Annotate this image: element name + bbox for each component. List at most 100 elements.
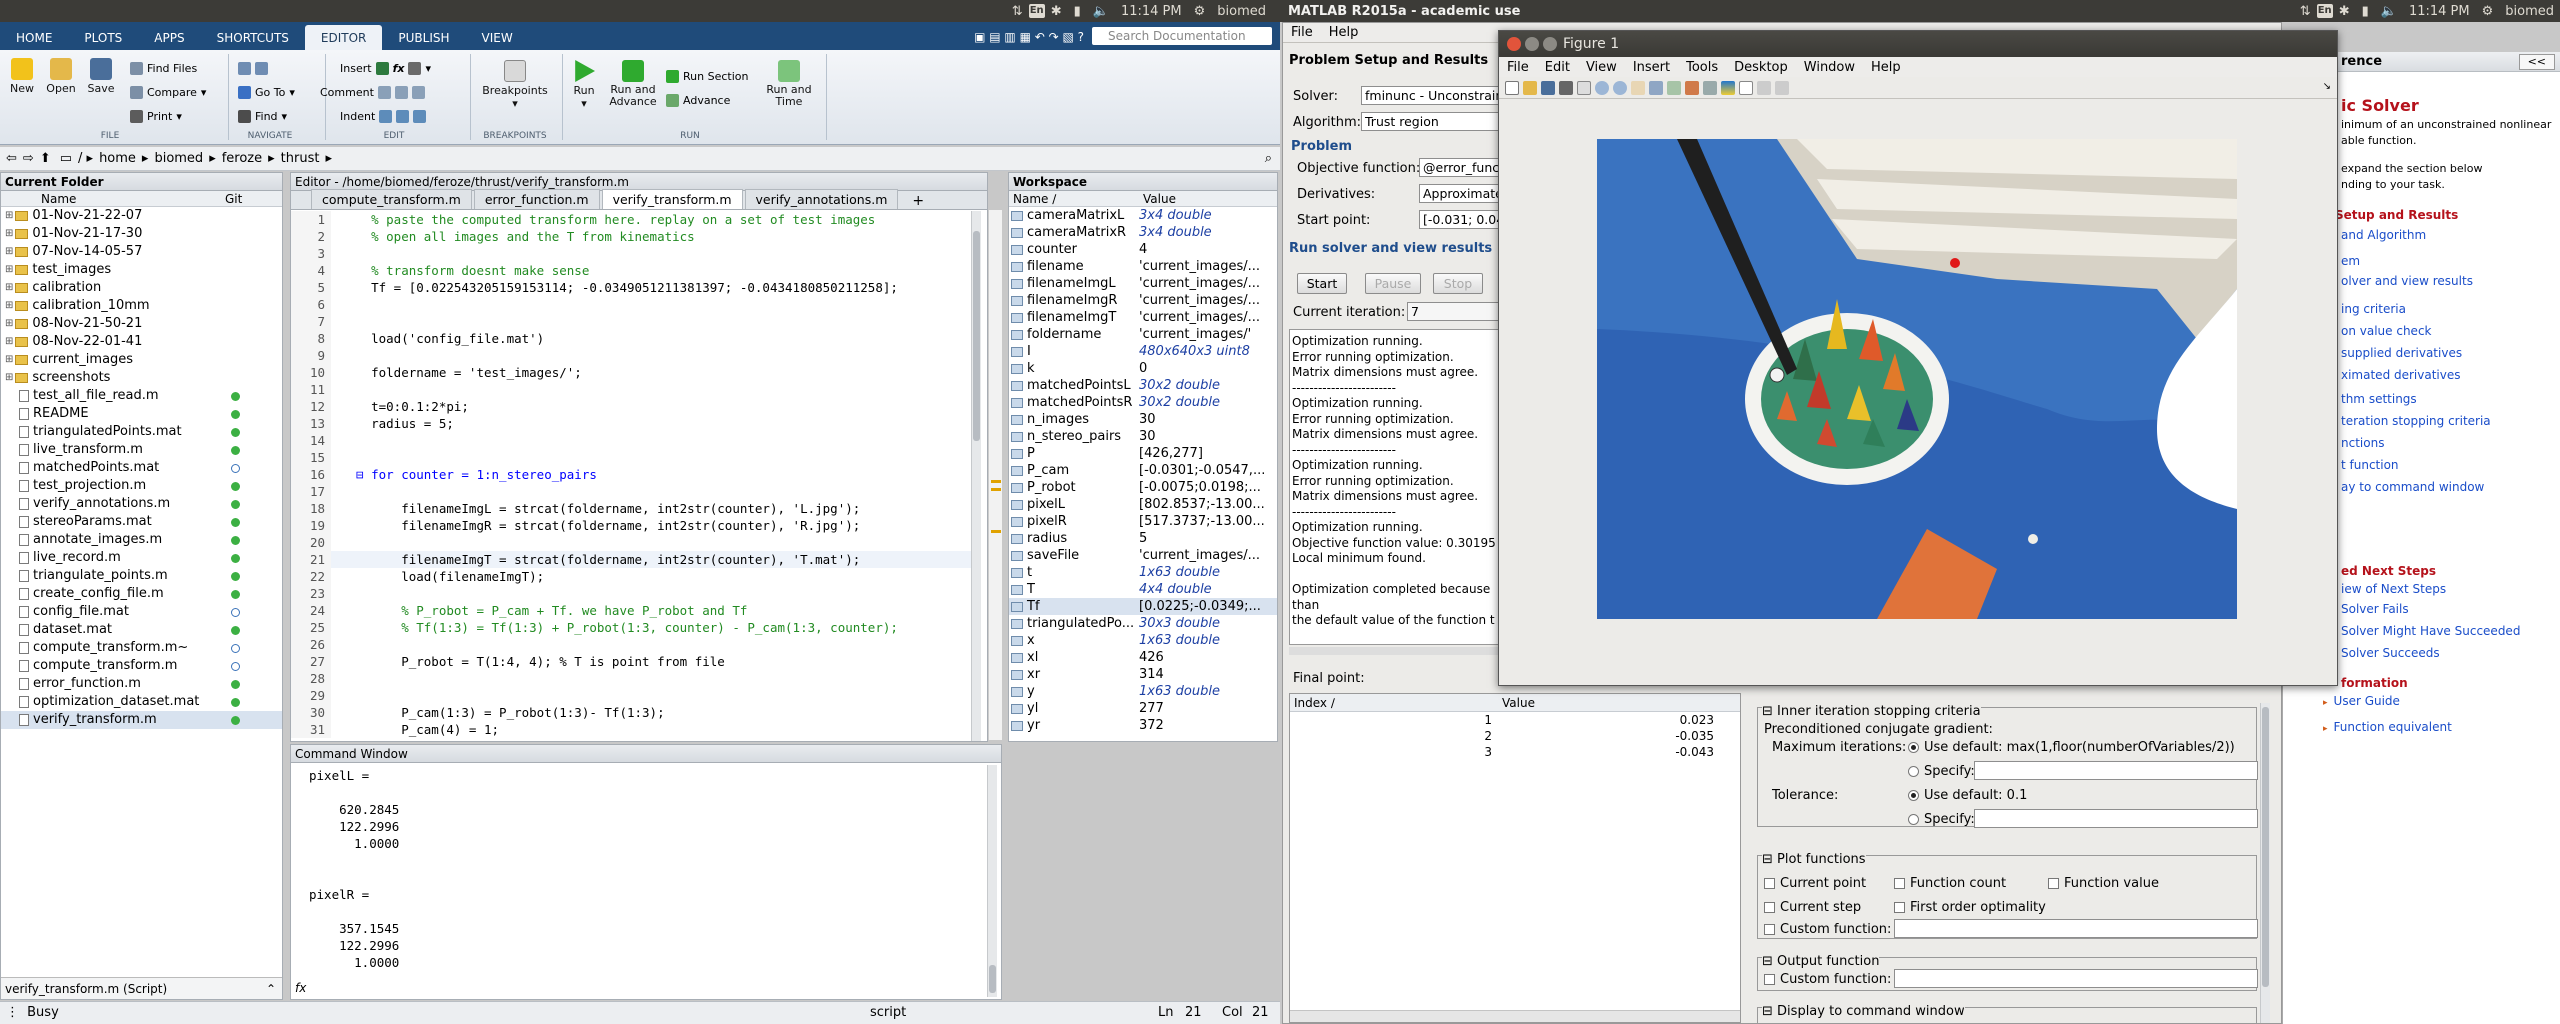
breakpoints-button[interactable]: Breakpoints ▾ <box>480 60 550 110</box>
fig-menu-edit[interactable]: Edit <box>1545 60 1570 75</box>
warning-marker[interactable] <box>991 488 1001 491</box>
workspace-row[interactable]: P [426,277] <box>1009 445 1277 462</box>
search-icon[interactable]: ⌕ <box>1265 151 1272 166</box>
file-row[interactable]: optimization_dataset.mat <box>1 693 282 711</box>
file-row[interactable]: stereoParams.mat <box>1 513 282 531</box>
workspace-row[interactable]: filenameImgR 'current_images/... <box>1009 292 1277 309</box>
stop-button[interactable]: Stop <box>1433 273 1483 294</box>
workspace-row[interactable]: yl 277 <box>1009 700 1277 717</box>
breadcrumb-biomed[interactable]: biomed <box>154 151 203 166</box>
tab-apps[interactable]: APPS <box>138 25 200 50</box>
help-link[interactable]: teration stopping criteria <box>2341 414 2491 428</box>
zoom-in-icon[interactable] <box>1595 80 1609 95</box>
editor-scrollbar[interactable] <box>971 211 981 741</box>
final-point-row[interactable]: 1 0.023 <box>1290 712 1740 728</box>
run-button[interactable]: Run ▾ <box>568 60 600 110</box>
editor-scroll-thumb[interactable] <box>973 231 980 441</box>
compare-button[interactable]: Compare ▾ <box>130 86 206 99</box>
fig-menu-insert[interactable]: Insert <box>1633 60 1670 75</box>
code-line[interactable]: 1 % paste the computed transform here. r… <box>291 211 971 228</box>
command-prompt[interactable]: fx <box>295 981 306 995</box>
inner-iter-title[interactable]: ⊟ Inner iteration stopping criteria <box>1762 704 1981 719</box>
tab-editor[interactable]: EDITOR <box>304 25 383 50</box>
code-line[interactable]: 30 P_cam(1:3) = P_robot(1:3)- Tf(1:3); <box>291 704 971 721</box>
code-line[interactable]: 18 filenameImgL = strcat(foldername, int… <box>291 500 971 517</box>
expand-icon[interactable]: ⊞ <box>5 207 13 225</box>
pan-icon[interactable] <box>1631 80 1645 95</box>
start-button[interactable]: Start <box>1297 273 1347 294</box>
tab-shortcuts[interactable]: SHORTCUTS <box>201 25 305 50</box>
workspace-row[interactable]: t 1x63 double <box>1009 564 1277 581</box>
output-function-title[interactable]: ⊟ Output function <box>1762 954 1880 969</box>
help-link[interactable]: ay to command window <box>2341 480 2484 494</box>
file-row[interactable]: live_transform.m <box>1 441 282 459</box>
battery-icon[interactable]: ▮ <box>2362 4 2369 19</box>
workspace-row[interactable]: foldername 'current_images/' <box>1009 326 1277 343</box>
code-line[interactable]: 12 t=0:0.1:2*pi; <box>291 398 971 415</box>
plot-functions-title[interactable]: ⊟ Plot functions <box>1762 852 1866 867</box>
code-line[interactable]: 22 load(filenameImgT); <box>291 568 971 585</box>
checkbox-function-count[interactable] <box>1894 878 1905 889</box>
file-row[interactable]: annotate_images.m <box>1 531 282 549</box>
tab-home[interactable]: HOME <box>0 25 68 50</box>
keyboard-icon[interactable]: ⇅ <box>1012 4 1023 19</box>
file-row[interactable]: compute_transform.m~ <box>1 639 282 657</box>
colorbar-icon[interactable] <box>1721 80 1735 95</box>
open-button[interactable]: Open <box>44 58 78 95</box>
log-hscroll[interactable] <box>1289 647 1501 655</box>
bluetooth-icon[interactable]: ✱ <box>1051 4 1062 19</box>
fig-menu-help[interactable]: Help <box>1871 60 1901 75</box>
tab-error-function[interactable]: error_function.m <box>473 189 600 209</box>
brush-icon[interactable] <box>1685 80 1699 95</box>
code-line[interactable]: 7 <box>291 313 971 330</box>
language-indicator[interactable]: En <box>2316 4 2333 18</box>
checkbox-function-value[interactable] <box>2048 878 2059 889</box>
print-button[interactable]: Print ▾ <box>130 110 182 123</box>
save-figure-icon[interactable] <box>1541 80 1555 95</box>
help-link[interactable]: on value check <box>2341 324 2432 338</box>
hide-tools-icon[interactable] <box>1757 80 1771 95</box>
file-row[interactable]: triangulatedPoints.mat <box>1 423 282 441</box>
back-forward-buttons[interactable] <box>238 62 268 75</box>
collapse-help-button[interactable]: << <box>2518 54 2555 70</box>
menu-help[interactable]: Help <box>1329 25 1359 40</box>
folder-row[interactable]: ⊞ 01-Nov-21-17-30 <box>1 225 282 243</box>
open-file-icon[interactable] <box>1523 80 1537 95</box>
expand-icon[interactable]: ⊞ <box>5 351 13 369</box>
workspace-row[interactable]: filename 'current_images/... <box>1009 258 1277 275</box>
ws-col-name[interactable]: Name ∕ <box>1009 191 1139 206</box>
code-line[interactable]: 13 radius = 5; <box>291 415 971 432</box>
link-icon[interactable] <box>1703 80 1717 95</box>
expand-icon[interactable]: ⊞ <box>5 333 13 351</box>
workspace-row[interactable]: saveFile 'current_images/... <box>1009 547 1277 564</box>
language-indicator[interactable]: En <box>1028 4 1045 18</box>
workspace-row[interactable]: cameraMatrixR 3x4 double <box>1009 224 1277 241</box>
workspace-row[interactable]: yr 372 <box>1009 717 1277 734</box>
new-figure-icon[interactable] <box>1505 80 1519 95</box>
code-line[interactable]: 16 ⊟ for counter = 1:n_stereo_pairs <box>291 466 971 483</box>
run-section-button[interactable]: Run Section <box>666 70 748 83</box>
workspace-row[interactable]: xl 426 <box>1009 649 1277 666</box>
fig-menu-view[interactable]: View <box>1586 60 1617 75</box>
code-line[interactable]: 8 load('config_file.mat') <box>291 330 971 347</box>
insert-button[interactable]: Insert fx ▾ <box>340 62 431 75</box>
pointer-icon[interactable] <box>1577 80 1591 95</box>
problem-setup-heading[interactable]: Problem Setup and Results <box>1289 53 1488 68</box>
plot-current-point[interactable]: Current point <box>1764 876 1866 891</box>
checkbox-first-order[interactable] <box>1894 902 1905 913</box>
display-title[interactable]: ⊟ Display to command window <box>1762 1004 1965 1019</box>
final-hscroll[interactable] <box>1290 1010 1740 1022</box>
indent-button[interactable]: Indent <box>340 110 427 123</box>
run-and-time-button[interactable]: Run and Time <box>764 60 814 108</box>
battery-icon[interactable]: ▮ <box>1074 4 1081 19</box>
expand-icon[interactable]: ⊞ <box>5 315 13 333</box>
use-default-tolerance[interactable]: Use default: 0.1 <box>1908 788 2027 803</box>
code-line[interactable]: 6 <box>291 296 971 313</box>
code-line[interactable]: 10 foldername = 'test_images/'; <box>291 364 971 381</box>
code-line[interactable]: 31 P_cam(4) = 1; <box>291 721 971 738</box>
new-button[interactable]: New <box>6 58 38 95</box>
radio-specify-tol[interactable] <box>1908 814 1919 825</box>
final-col-index[interactable]: Index ∕ <box>1290 694 1500 711</box>
col-git[interactable]: Git <box>221 191 242 206</box>
expand-icon[interactable]: ⊞ <box>5 261 13 279</box>
